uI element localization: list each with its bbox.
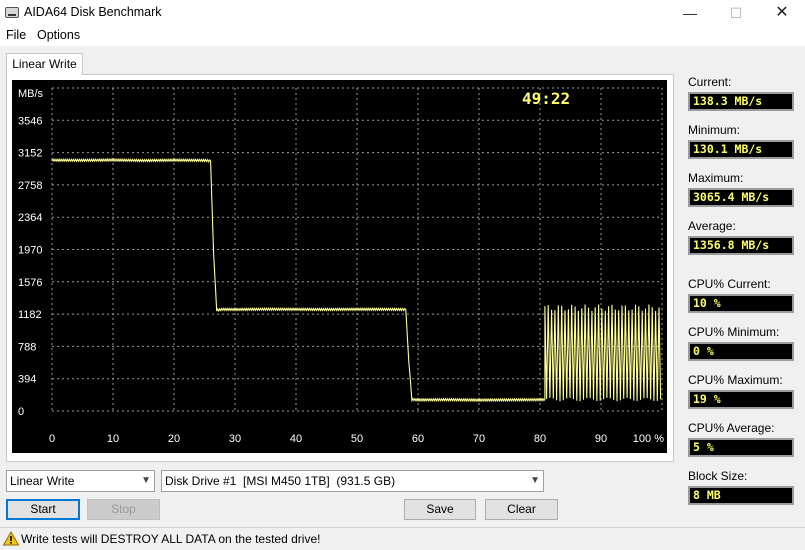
cpu-current-value: 10 % [688, 294, 794, 313]
current-value: 138.3 MB/s [688, 92, 794, 111]
x-tick-label: 70 [473, 433, 485, 445]
warning-icon [3, 531, 19, 546]
window-title: AIDA64 Disk Benchmark [24, 5, 162, 19]
status-bar: Write tests will DESTROY ALL DATA on the… [0, 527, 805, 550]
y-tick-label: 1970 [18, 245, 42, 257]
x-tick-label: 80 [534, 433, 546, 445]
cpu-minimum-value: 0 % [688, 342, 794, 361]
x-tick-label: 100 % [633, 433, 664, 445]
menu-bar: File Options [0, 26, 805, 46]
minimize-button[interactable]: — [667, 0, 713, 26]
minimum-label: Minimum: [688, 123, 741, 137]
cpu-average-label: CPU% Average: [688, 421, 775, 435]
average-label: Average: [688, 219, 736, 233]
cpu-average-value: 5 % [688, 438, 794, 457]
drive-select[interactable]: Disk Drive #1 [MSI M450 1TB] (931.5 GB) … [161, 470, 544, 492]
drive-select-value: Disk Drive #1 [MSI M450 1TB] (931.5 GB) [165, 474, 396, 488]
x-tick-label: 30 [229, 433, 241, 445]
y-tick-label: 788 [18, 341, 36, 353]
maximum-label: Maximum: [688, 171, 744, 185]
average-value: 1356.8 MB/s [688, 236, 794, 255]
test-type-select[interactable]: Linear Write ▼ [6, 470, 155, 492]
start-button[interactable]: Start [6, 499, 80, 520]
current-label: Current: [688, 75, 732, 89]
x-tick-label: 50 [351, 433, 363, 445]
y-tick-label: 3152 [18, 148, 42, 160]
status-warning-text: Write tests will DESTROY ALL DATA on the… [21, 532, 321, 546]
x-tick-label: 10 [107, 433, 119, 445]
disk-benchmark-icon [5, 7, 19, 18]
cpu-current-label: CPU% Current: [688, 277, 771, 291]
y-tick-label: 2364 [18, 212, 42, 224]
cpu-minimum-label: CPU% Minimum: [688, 325, 780, 339]
cpu-maximum-label: CPU% Maximum: [688, 373, 783, 387]
menu-options[interactable]: Options [37, 28, 80, 42]
y-tick-label: 3546 [18, 115, 42, 127]
test-type-select-value: Linear Write [10, 474, 75, 488]
chart-svg: 0 394 788 1182 1576 1970 2364 2758 3152 3546 MB/s 0… [18, 87, 664, 445]
block-size-label: Block Size: [688, 469, 748, 483]
x-tick-label: 20 [168, 433, 180, 445]
y-axis-label: MB/s [18, 88, 44, 100]
tab-linear-write[interactable]: Linear Write [6, 53, 83, 75]
y-tick-label: 1182 [18, 309, 42, 321]
y-tick-label: 0 [18, 406, 24, 418]
x-tick-label: 90 [595, 433, 607, 445]
y-tick-label: 394 [18, 374, 36, 386]
stop-button[interactable]: Stop [87, 499, 160, 520]
clear-button[interactable]: Clear [485, 499, 558, 520]
maximize-button[interactable]: ☐ [713, 0, 759, 26]
save-button[interactable]: Save [404, 499, 476, 520]
cpu-maximum-value: 19 % [688, 390, 794, 409]
block-size-value: 8 MB [688, 486, 794, 505]
x-tick-label: 40 [290, 433, 302, 445]
minimum-value: 130.1 MB/s [688, 140, 794, 159]
title-bar: AIDA64 Disk Benchmark — ☐ ✕ [0, 0, 805, 26]
x-tick-label: 60 [412, 433, 424, 445]
x-tick-label: 0 [49, 433, 55, 445]
y-tick-label: 2758 [18, 180, 42, 192]
timer-readout: 49:22 [522, 89, 570, 108]
chevron-down-icon: ▼ [141, 475, 151, 486]
series-line [51, 157, 662, 403]
close-button[interactable]: ✕ [759, 0, 805, 26]
benchmark-chart: 0 394 788 1182 1576 1970 2364 2758 3152 3546 MB/s 0… [12, 80, 667, 453]
maximum-value: 3065.4 MB/s [688, 188, 794, 207]
menu-file[interactable]: File [6, 28, 26, 42]
y-tick-label: 1576 [18, 277, 42, 289]
chevron-down-icon: ▼ [530, 475, 540, 486]
